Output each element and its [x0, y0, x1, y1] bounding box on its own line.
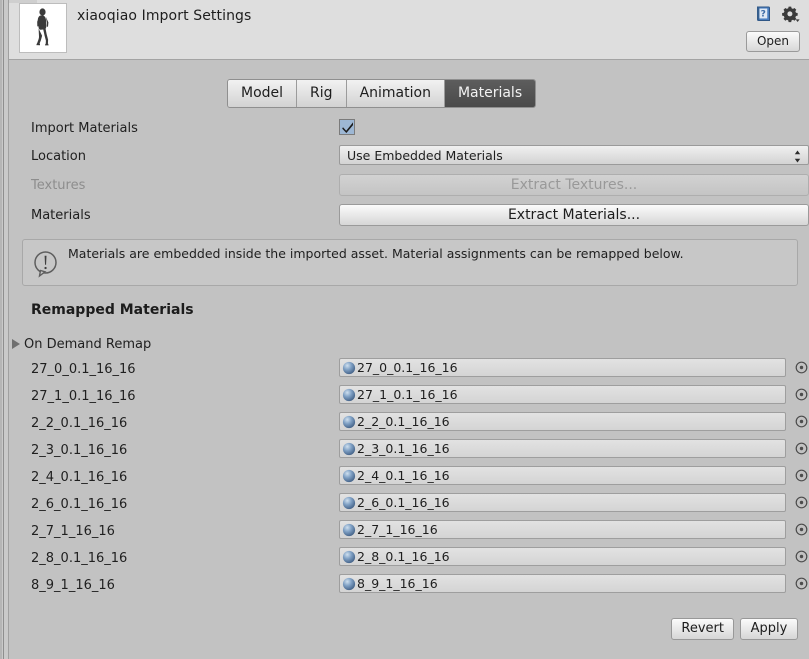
material-object-field[interactable]: 27_0_0.1_16_16 — [339, 358, 786, 377]
extract-materials-button[interactable]: Extract Materials... — [339, 204, 809, 226]
material-sphere-icon — [342, 361, 356, 378]
info-message-text: Materials are embedded inside the import… — [68, 246, 684, 261]
object-picker-icon[interactable] — [795, 388, 808, 404]
humanoid-model-thumbnail-icon — [19, 3, 67, 53]
header-icon-group: ? — [755, 5, 800, 26]
inspector-header: xiaoqiao Import Settings ? Open — [9, 0, 809, 60]
material-remap-row: 2_4_0.1_16_16 2_4_0.1_16_16 — [9, 466, 809, 490]
open-button[interactable]: Open — [745, 31, 800, 52]
apply-button[interactable]: Apply — [740, 618, 798, 640]
object-picker-icon[interactable] — [795, 415, 808, 431]
info-message-box: Materials are embedded inside the import… — [22, 239, 798, 286]
material-object-field[interactable]: 2_6_0.1_16_16 — [339, 493, 786, 512]
object-picker-icon[interactable] — [795, 496, 808, 512]
material-remap-row: 8_9_1_16_16 8_9_1_16_16 — [9, 574, 809, 598]
import-settings-window: xiaoqiao Import Settings ? Open Model Ri… — [0, 0, 809, 659]
material-sphere-icon — [342, 469, 356, 486]
material-object-field[interactable]: 2_7_1_16_16 — [339, 520, 786, 539]
material-remap-row: 27_1_0.1_16_16 27_1_0.1_16_16 — [9, 385, 809, 409]
material-object-value: 2_7_1_16_16 — [357, 522, 438, 537]
material-object-field[interactable]: 27_1_0.1_16_16 — [339, 385, 786, 404]
material-source-name: 2_6_0.1_16_16 — [31, 497, 128, 512]
object-picker-icon[interactable] — [795, 361, 808, 377]
help-book-icon[interactable]: ? — [755, 5, 773, 26]
material-sphere-icon — [342, 388, 356, 405]
info-exclamation-icon — [33, 250, 59, 281]
row-textures: Textures Extract Textures... — [9, 174, 809, 198]
object-picker-icon[interactable] — [795, 469, 808, 485]
material-remap-row: 2_6_0.1_16_16 2_6_0.1_16_16 — [9, 493, 809, 517]
material-sphere-icon — [342, 415, 356, 432]
gear-dropdown-icon[interactable] — [781, 5, 800, 26]
material-object-value: 27_0_0.1_16_16 — [357, 360, 458, 375]
updown-arrows-icon — [793, 150, 802, 166]
row-location: Location Use Embedded Materials — [9, 145, 809, 169]
page-title: xiaoqiao Import Settings — [77, 8, 252, 24]
material-source-name: 27_1_0.1_16_16 — [31, 389, 136, 404]
import-materials-checkbox[interactable] — [339, 119, 355, 135]
material-object-field[interactable]: 2_3_0.1_16_16 — [339, 439, 786, 458]
material-sphere-icon — [342, 577, 356, 594]
material-object-value: 2_3_0.1_16_16 — [357, 441, 450, 456]
location-label: Location — [31, 149, 86, 164]
chevron-right-icon — [12, 339, 20, 349]
material-object-value: 2_8_0.1_16_16 — [357, 549, 450, 564]
material-remap-row: 2_8_0.1_16_16 2_8_0.1_16_16 — [9, 547, 809, 571]
material-object-field[interactable]: 2_4_0.1_16_16 — [339, 466, 786, 485]
material-source-name: 2_2_0.1_16_16 — [31, 416, 128, 431]
row-materials: Materials Extract Materials... — [9, 204, 809, 228]
material-source-name: 2_8_0.1_16_16 — [31, 551, 128, 566]
remapped-materials-heading: Remapped Materials — [31, 302, 194, 318]
tab-materials[interactable]: Materials — [444, 80, 536, 107]
material-object-value: 8_9_1_16_16 — [357, 576, 438, 591]
material-remap-row: 2_7_1_16_16 2_7_1_16_16 — [9, 520, 809, 544]
footer-button-group: Revert Apply — [671, 618, 798, 640]
material-source-name: 27_0_0.1_16_16 — [31, 362, 136, 377]
object-picker-icon[interactable] — [795, 550, 808, 566]
revert-button[interactable]: Revert — [671, 618, 734, 640]
object-picker-icon[interactable] — [795, 577, 808, 593]
object-picker-icon[interactable] — [795, 523, 808, 539]
textures-label: Textures — [31, 178, 86, 193]
tab-bar: Model Rig Animation Materials — [227, 79, 537, 108]
row-import-materials: Import Materials — [9, 117, 809, 141]
object-picker-icon[interactable] — [795, 442, 808, 458]
material-object-value: 2_6_0.1_16_16 — [357, 495, 450, 510]
material-sphere-icon — [342, 523, 356, 540]
tab-model[interactable]: Model — [228, 80, 298, 107]
on-demand-remap-foldout[interactable]: On Demand Remap — [12, 334, 151, 354]
material-remap-row: 2_2_0.1_16_16 2_2_0.1_16_16 — [9, 412, 809, 436]
on-demand-remap-label: On Demand Remap — [24, 336, 152, 352]
materials-label: Materials — [31, 208, 91, 223]
extract-textures-button: Extract Textures... — [339, 174, 809, 196]
material-object-field[interactable]: 2_2_0.1_16_16 — [339, 412, 786, 431]
tab-rig[interactable]: Rig — [297, 80, 347, 107]
material-source-name: 8_9_1_16_16 — [31, 578, 115, 593]
material-sphere-icon — [342, 442, 356, 459]
material-source-name: 2_4_0.1_16_16 — [31, 470, 128, 485]
import-materials-label: Import Materials — [31, 121, 138, 136]
material-sphere-icon — [342, 550, 356, 567]
material-object-field[interactable]: 8_9_1_16_16 — [339, 574, 786, 593]
material-sphere-icon — [342, 496, 356, 513]
svg-text:?: ? — [761, 9, 766, 19]
material-object-value: 2_2_0.1_16_16 — [357, 414, 450, 429]
material-source-name: 2_7_1_16_16 — [31, 524, 115, 539]
material-object-value: 27_1_0.1_16_16 — [357, 387, 458, 402]
window-left-edge — [0, 0, 9, 659]
material-object-field[interactable]: 2_8_0.1_16_16 — [339, 547, 786, 566]
material-remap-row: 2_3_0.1_16_16 2_3_0.1_16_16 — [9, 439, 809, 463]
tab-animation[interactable]: Animation — [346, 80, 445, 107]
location-dropdown[interactable]: Use Embedded Materials — [339, 145, 809, 165]
material-object-value: 2_4_0.1_16_16 — [357, 468, 450, 483]
location-dropdown-value: Use Embedded Materials — [347, 148, 503, 163]
material-remap-row: 27_0_0.1_16_16 27_0_0.1_16_16 — [9, 358, 809, 382]
material-source-name: 2_3_0.1_16_16 — [31, 443, 128, 458]
